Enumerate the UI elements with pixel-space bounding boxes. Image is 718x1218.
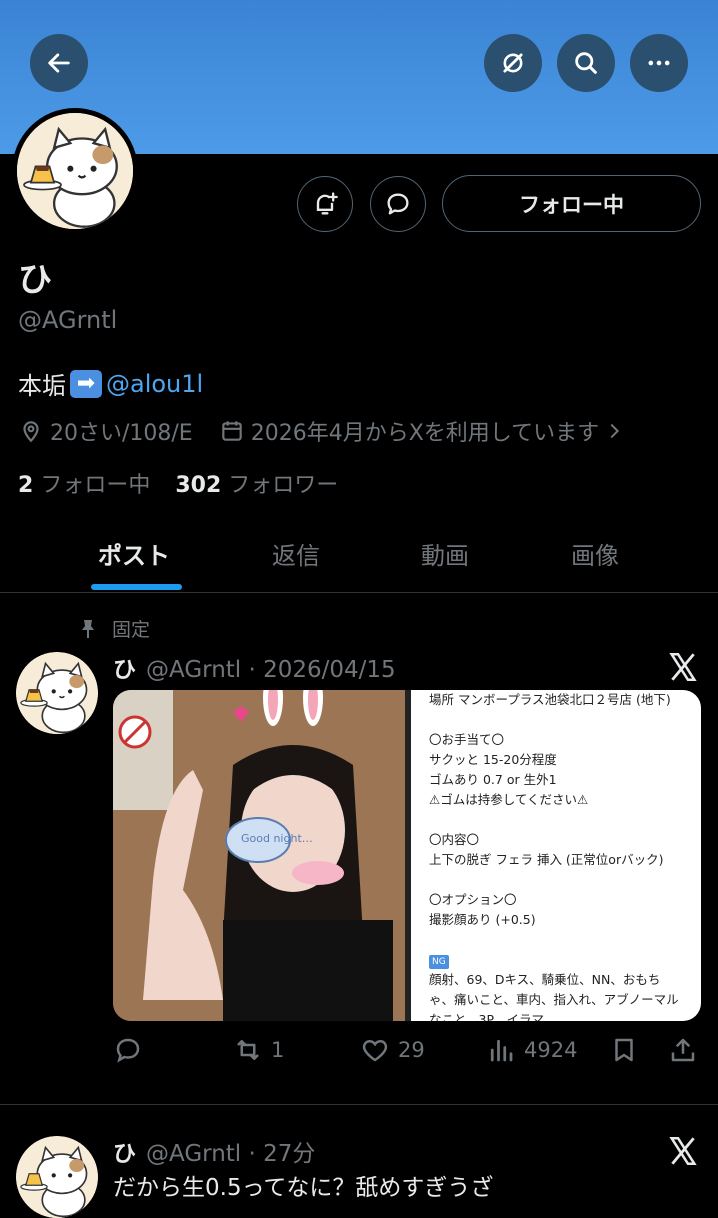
memo-line: なこと、3P、イラマ (429, 1012, 544, 1021)
more-icon (648, 60, 670, 66)
profile-avatar[interactable] (12, 108, 138, 234)
back-button[interactable] (30, 34, 88, 92)
memo-line: 〇内容〇 (429, 832, 480, 847)
bell-plus-icon (316, 192, 338, 215)
grok-icon (503, 53, 523, 73)
bio-mention-link[interactable]: @alou1l (106, 370, 203, 398)
followers-link[interactable]: 302 フォロワー (175, 473, 338, 498)
pin-icon (82, 619, 94, 638)
memo-line (429, 810, 701, 830)
views-button[interactable]: 4924 (486, 1035, 577, 1065)
share-icon (671, 1038, 695, 1062)
post-avatar[interactable] (16, 652, 98, 734)
memo-line: 〇お手当て〇 (429, 732, 505, 747)
ng-badge: NG (429, 955, 449, 969)
post-avatar[interactable] (16, 1136, 98, 1218)
pinned-label: 固定 (76, 615, 150, 642)
retweet-count: 1 (271, 1038, 285, 1062)
profile-handle: @AGrntl (18, 306, 118, 334)
chevron-right-icon[interactable] (603, 420, 625, 442)
more-button[interactable] (630, 34, 688, 92)
memo-line (429, 930, 701, 950)
cat-avatar-image (16, 652, 98, 734)
cat-avatar-image (17, 113, 133, 229)
location-pin-icon (23, 421, 39, 443)
post-header: ひ @AGrntl · 27分 (113, 1134, 315, 1168)
arrow-left-icon (48, 53, 70, 73)
retweet-icon (237, 1040, 259, 1060)
memo-line: 顔射、69、Dキス、騎乗位、NN、おもち (429, 972, 661, 987)
post-actions: 1 29 4924 (113, 1035, 703, 1071)
heart-icon (362, 1039, 388, 1062)
post-meta: @AGrntl · 2026/04/15 (146, 657, 396, 683)
profile-bio: 本垢 ➡ @alou1l (18, 366, 203, 401)
post-text: だから生0.5ってなに？舐めすぎうざ (113, 1175, 494, 1201)
search-button[interactable] (557, 34, 615, 92)
x-logo-icon (669, 652, 697, 682)
photo-sticker-text: Good night… (241, 832, 313, 845)
memo-line (429, 710, 701, 730)
memo-line: 撮影顔あり (+0.5) (429, 912, 536, 927)
calendar-icon (221, 421, 242, 441)
tab-replies[interactable]: 返信 (272, 536, 320, 571)
price-memo: 場所 マンボープラス池袋北口２号店 (地下) 〇お手当て〇 サクッと 15-20… (411, 690, 701, 1021)
tab-images[interactable]: 画像 (571, 536, 619, 571)
memo-line: サクッと 15-20分程度 (429, 752, 557, 767)
memo-line (429, 870, 701, 890)
view-count: 4924 (524, 1038, 578, 1062)
bookmark-icon (615, 1038, 633, 1062)
profile-display-name: ひ (18, 260, 52, 300)
post-divider (0, 1104, 718, 1105)
profile-tabs: ポスト 返信 動画 画像 (0, 522, 718, 593)
message-button[interactable] (370, 176, 426, 232)
chat-bubble-icon (387, 193, 409, 215)
profile-location: 20さい/108/E (50, 421, 193, 446)
tab-videos[interactable]: 動画 (421, 536, 469, 571)
memo-line: ⚠ゴムは持参してください⚠ (429, 792, 589, 807)
share-button[interactable] (668, 1035, 698, 1065)
post-photo[interactable]: Good night… (113, 690, 405, 1021)
notify-button[interactable] (297, 176, 353, 232)
retweet-button[interactable]: 1 (233, 1035, 284, 1065)
post-author-name[interactable]: ひ (113, 657, 136, 683)
arrow-right-emoji: ➡ (70, 369, 102, 398)
post-meta: @AGrntl · 27分 (146, 1141, 316, 1167)
memo-line: 場所 マンボープラス池袋北口２号店 (地下) (429, 692, 671, 707)
post-media[interactable]: Good night… 場所 マンボープラス池袋北口２号店 (地下) 〇お手当て… (113, 690, 701, 1021)
bar-chart-icon (490, 1039, 513, 1062)
cat-avatar-image (16, 1136, 98, 1218)
memo-line: 上下の脱ぎ フェラ 挿入 (正常位orバック) (429, 852, 664, 867)
like-count: 29 (398, 1038, 425, 1062)
grok-button[interactable] (484, 34, 542, 92)
memo-line: 〇オプション〇 (429, 892, 517, 907)
reply-button[interactable] (113, 1035, 143, 1065)
follow-counts: 2 フォロー中 302 フォロワー (18, 467, 338, 499)
selfie-photo-image: Good night… (113, 690, 405, 1021)
like-button[interactable]: 29 (360, 1035, 425, 1065)
memo-line: ゃ、痛いこと、車内、指入れ、アブノーマル (429, 992, 679, 1007)
following-button[interactable]: フォロー中 (442, 175, 701, 232)
post-header: ひ @AGrntl · 2026/04/15 (113, 650, 396, 684)
post-author-name[interactable]: ひ (113, 1141, 136, 1167)
following-link[interactable]: 2 フォロー中 (18, 473, 150, 498)
reply-icon (116, 1038, 140, 1063)
bio-text: 本垢 (18, 372, 66, 400)
memo-line: ゴムあり 0.7 or 生外1 (429, 772, 557, 787)
profile-meta: 20さい/108/E 2026年4月からXを利用しています (18, 415, 631, 447)
profile-joined: 2026年4月からXを利用しています (250, 421, 600, 446)
tab-posts[interactable]: ポスト (98, 536, 170, 571)
search-icon (575, 52, 597, 74)
active-tab-indicator (91, 584, 182, 590)
memo-line: NG (429, 950, 701, 970)
bookmark-button[interactable] (609, 1035, 639, 1065)
x-logo-icon (669, 1136, 697, 1166)
